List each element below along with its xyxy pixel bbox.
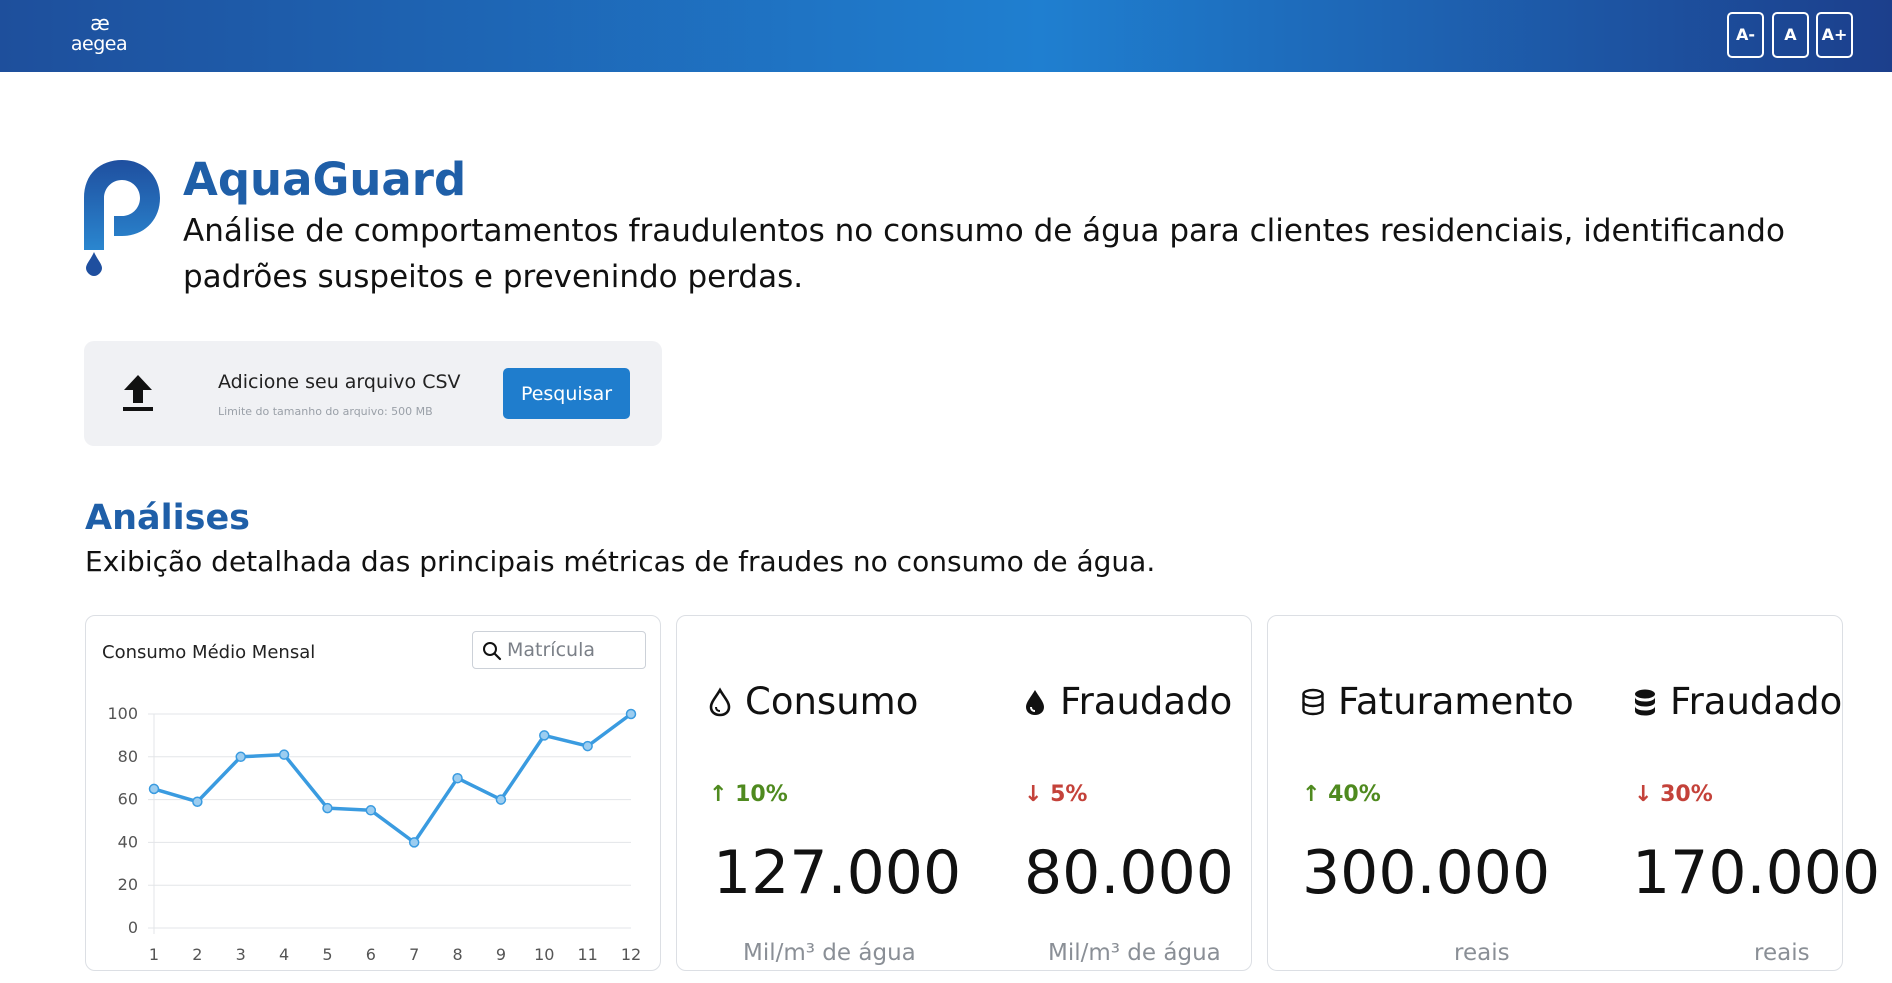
data-point	[495, 794, 507, 805]
x-tick-label: 9	[496, 945, 506, 964]
y-tick-label: 80	[118, 747, 138, 766]
faturamento-fraudado-unit: reais	[1754, 940, 1810, 966]
data-point	[582, 740, 593, 752]
x-tick-label: 8	[452, 945, 462, 964]
consumo-fraudado-unit: Mil/m³ de água	[1048, 940, 1221, 966]
consumo-value: 127.000	[713, 838, 962, 908]
consumo-line-chart: 0204060801001 2 3 4 5 6 7 8 9 10 11 12	[107, 704, 641, 964]
analises-description: Exibição detalhada das principais métric…	[85, 545, 1156, 578]
database-outline-icon	[1302, 688, 1324, 715]
search-button[interactable]: Pesquisar	[503, 368, 630, 419]
faturamento-fraudado-label: Fraudado	[1670, 680, 1843, 723]
consumo-metric: Consumo ↑ 10% 127.000 Mil/m³ de água	[707, 616, 967, 972]
x-tick-label: 2	[192, 945, 202, 964]
consumo-unit: Mil/m³ de água	[743, 940, 916, 966]
analises-title: Análises	[85, 498, 251, 538]
data-point	[539, 730, 550, 741]
chart-card: Consumo Médio Mensal 0204060801001234567…	[85, 615, 661, 971]
x-tick-label: 7	[409, 945, 419, 964]
x-tick-label: 10	[534, 945, 554, 964]
upload-icon[interactable]	[122, 373, 154, 413]
consumo-fraudado-metric: Fraudado ↓ 5% 80.000 Mil/m³ de água	[1022, 616, 1247, 972]
faturamento-metric: Faturamento ↑ 40% 300.000 reais	[1300, 616, 1590, 972]
consumo-fraudado-trend: ↓ 5%	[1024, 782, 1088, 807]
data-point	[278, 749, 290, 760]
data-point	[408, 837, 420, 848]
font-increase-button[interactable]: A+	[1816, 12, 1853, 58]
consumo-label: Consumo	[745, 680, 919, 723]
faturamento-trend: ↑ 40%	[1302, 782, 1381, 807]
app-title: AquaGuard	[183, 153, 467, 206]
x-tick-label: 6	[366, 945, 376, 964]
consumo-fraudado-value: 80.000	[1024, 838, 1234, 908]
aegea-logo-word: aegea	[70, 33, 128, 55]
water-drop-filled-icon	[1026, 689, 1044, 715]
data-point	[192, 796, 203, 807]
water-drop-outline-icon	[709, 686, 731, 716]
y-tick-label: 100	[107, 704, 138, 723]
data-point	[235, 751, 246, 763]
database-filled-icon	[1635, 689, 1655, 715]
consumo-fraudado-label: Fraudado	[1060, 680, 1233, 723]
matricula-search-field[interactable]	[472, 631, 646, 669]
y-tick-label: 0	[128, 918, 138, 937]
consumo-trend: ↑ 10%	[709, 782, 788, 807]
x-tick-label: 12	[621, 945, 641, 964]
data-point	[148, 783, 160, 795]
x-tick-label: 11	[577, 945, 597, 964]
data-point	[452, 772, 463, 784]
faturamento-fraudado-metric: Fraudado ↓ 30% 170.000 reais	[1632, 616, 1880, 972]
font-normal-button[interactable]: A	[1772, 12, 1809, 58]
y-tick-label: 20	[118, 875, 138, 894]
font-decrease-button[interactable]: A-	[1727, 12, 1764, 58]
aquaguard-logo-icon	[84, 160, 160, 276]
faturamento-unit: reais	[1454, 940, 1510, 966]
data-point	[322, 802, 333, 814]
data-point	[365, 805, 377, 816]
y-tick-label: 40	[118, 832, 138, 851]
upload-title: Adicione seu arquivo CSV	[218, 371, 461, 393]
x-tick-label: 1	[149, 945, 159, 964]
aegea-logo[interactable]: æ aegea	[64, 12, 134, 60]
csv-upload-box[interactable]: Adicione seu arquivo CSV Limite do taman…	[84, 341, 662, 446]
x-tick-label: 5	[322, 945, 332, 964]
consumo-card: Consumo ↑ 10% 127.000 Mil/m³ de água Fra…	[676, 615, 1252, 971]
series-line	[153, 712, 633, 845]
faturamento-fraudado-trend: ↓ 30%	[1634, 782, 1713, 807]
chart-title: Consumo Médio Mensal	[102, 642, 316, 663]
faturamento-fraudado-value: 170.000	[1632, 838, 1881, 908]
upload-size-limit: Limite do tamanho do arquivo: 500 MB	[218, 405, 433, 418]
y-tick-label: 60	[118, 790, 138, 809]
x-tick-label: 3	[236, 945, 246, 964]
aegea-logo-mark: æ	[90, 11, 110, 35]
x-tick-label: 4	[279, 945, 289, 964]
app-description: Análise de comportamentos fraudulentos n…	[183, 213, 1785, 295]
top-navbar: æ aegea A- A A+	[0, 0, 1892, 72]
faturamento-label: Faturamento	[1338, 680, 1574, 723]
faturamento-card: Faturamento ↑ 40% 300.000 reais Fraudado…	[1267, 615, 1880, 972]
search-icon	[483, 642, 502, 661]
data-point	[625, 708, 637, 720]
matricula-input[interactable]	[507, 636, 641, 664]
faturamento-value: 300.000	[1302, 838, 1551, 908]
